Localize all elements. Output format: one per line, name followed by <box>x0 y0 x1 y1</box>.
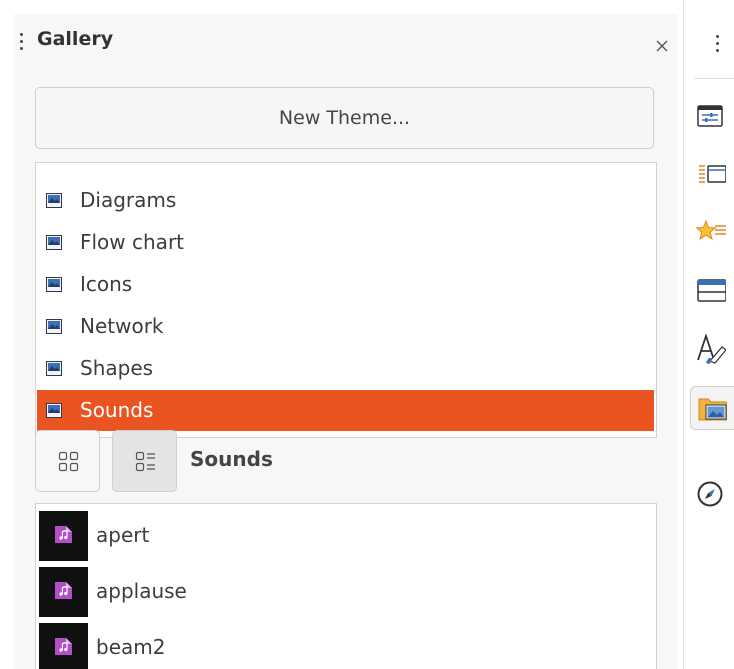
audio-file-icon <box>55 638 72 655</box>
close-panel-button[interactable] <box>650 34 674 58</box>
gallery-item-applause[interactable]: applause <box>39 564 649 619</box>
properties-icon <box>697 105 723 127</box>
theme-item-icons[interactable]: Icons <box>37 264 654 305</box>
theme-item-sounds[interactable]: Sounds <box>37 390 654 431</box>
image-theme-icon <box>46 361 62 376</box>
detail-list-view-icon <box>135 451 155 472</box>
theme-item-label: Shapes <box>80 356 154 380</box>
gallery-item-label: beam2 <box>96 635 166 659</box>
close-icon <box>656 40 668 52</box>
theme-item-label: Flow chart <box>80 230 185 254</box>
image-theme-icon <box>46 193 62 208</box>
gallery-item-apert[interactable]: apert <box>39 508 649 563</box>
icon-view-button[interactable] <box>35 430 100 492</box>
theme-list[interactable]: Diagrams Flow chart Icons Network Shapes… <box>35 162 657 438</box>
gallery-item-beam2[interactable]: beam2 <box>39 620 649 669</box>
audio-file-icon <box>55 526 72 543</box>
image-theme-icon <box>46 235 62 250</box>
sidebar-tab-bar <box>683 0 734 669</box>
styles-icon <box>697 334 726 364</box>
detail-view-button[interactable] <box>112 430 177 492</box>
theme-item-label: Network <box>80 314 164 338</box>
slide-page-icon <box>699 165 726 183</box>
styles-tab[interactable] <box>690 328 734 372</box>
animation-star-icon <box>696 219 726 241</box>
icon-grid-view-icon <box>58 451 79 472</box>
gallery-items-list[interactable]: apert applause beam2 <box>35 503 657 669</box>
theme-item-flow-chart[interactable]: Flow chart <box>37 222 654 263</box>
gallery-item-thumbnail <box>39 511 88 561</box>
theme-item-label: Sounds <box>80 398 154 422</box>
tab-bar-divider <box>694 78 734 79</box>
gallery-item-thumbnail <box>39 623 88 669</box>
master-slides-icon <box>697 279 726 302</box>
navigator-tab[interactable] <box>690 474 734 518</box>
gallery-panel: Gallery New Theme... Diagrams Flow chart… <box>14 14 678 669</box>
theme-item-diagrams[interactable]: Diagrams <box>37 180 654 221</box>
gallery-item-label: apert <box>96 523 150 547</box>
drag-grip-icon[interactable] <box>20 31 24 53</box>
gallery-folder-icon <box>698 398 727 421</box>
image-theme-icon <box>46 277 62 292</box>
current-theme-label: Sounds <box>190 447 273 471</box>
theme-item-shapes[interactable]: Shapes <box>37 348 654 389</box>
animation-tab[interactable] <box>690 212 734 256</box>
gallery-title-bar: Gallery <box>14 14 678 74</box>
properties-tab[interactable] <box>690 96 734 140</box>
gallery-tab[interactable] <box>690 386 734 430</box>
image-theme-icon <box>46 403 62 418</box>
theme-item-network[interactable]: Network <box>37 306 654 347</box>
navigator-compass-icon <box>697 481 723 507</box>
image-theme-icon <box>46 319 62 334</box>
new-theme-button[interactable]: New Theme... <box>35 87 654 149</box>
view-toolbar: Sounds <box>35 430 675 494</box>
panel-title: Gallery <box>37 28 114 50</box>
theme-item-label: Icons <box>80 272 133 296</box>
audio-file-icon <box>55 582 72 599</box>
gallery-item-label: applause <box>96 579 187 603</box>
sidebar-menu-icon[interactable] <box>716 33 720 55</box>
master-slides-tab[interactable] <box>690 270 734 314</box>
gallery-item-thumbnail <box>39 567 88 617</box>
theme-item-label: Diagrams <box>80 188 177 212</box>
page-tab[interactable] <box>690 154 734 198</box>
